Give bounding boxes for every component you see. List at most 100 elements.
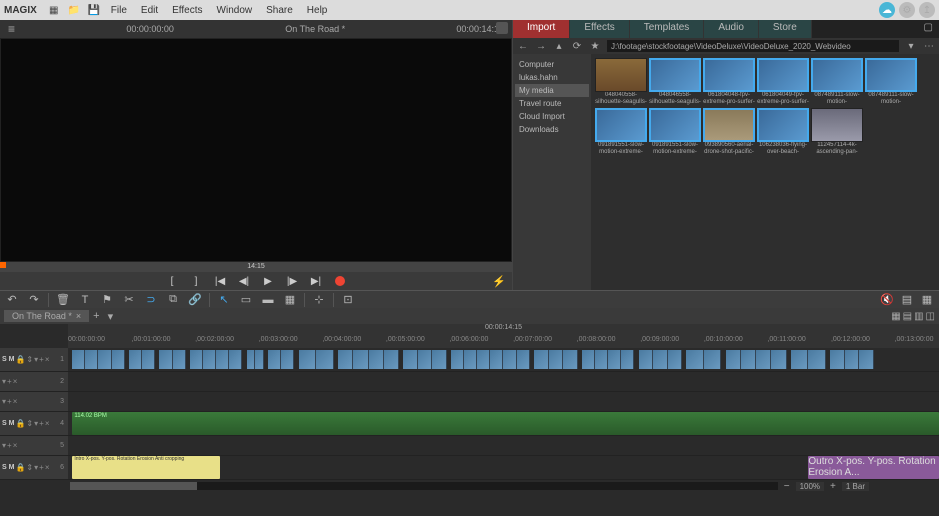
play-icon[interactable]: ▶	[260, 274, 276, 288]
media-thumb[interactable]: 061804049-fpv-extreme-pro-surfer-padd-li…	[757, 58, 809, 106]
zoom-in-icon[interactable]: +	[830, 481, 836, 492]
undo-icon[interactable]: ↶	[4, 293, 20, 307]
menu-share[interactable]: Share	[260, 3, 299, 18]
menu-edit[interactable]: Edit	[135, 3, 164, 18]
layout2-icon[interactable]: ▤	[903, 311, 912, 322]
video-clip[interactable]	[534, 350, 578, 369]
ungroup-icon[interactable]: ⧉	[165, 293, 181, 307]
preview-viewport[interactable]	[0, 38, 512, 262]
media-thumb[interactable]: 087489111-slow-motion-breathtaking-...	[811, 58, 863, 106]
tab-import[interactable]: Import	[513, 20, 570, 38]
h-scrollbar[interactable]	[70, 482, 778, 490]
layout4-icon[interactable]: ◫	[926, 311, 935, 322]
menu-help[interactable]: Help	[301, 3, 334, 18]
video-clip[interactable]	[686, 350, 721, 369]
view1-icon[interactable]: ▤	[899, 293, 915, 307]
tab-effects[interactable]: Effects	[570, 20, 629, 38]
render-icon[interactable]: ⚡	[492, 275, 506, 288]
fit-icon[interactable]: ⊡	[340, 293, 356, 307]
nav-back-icon[interactable]: ←	[517, 41, 529, 52]
link-icon[interactable]: 🔗	[187, 293, 203, 307]
mode1-icon[interactable]: ▭	[238, 293, 254, 307]
pointer-icon[interactable]: ↖	[216, 293, 232, 307]
marker-icon[interactable]: ⚑	[99, 293, 115, 307]
record-icon[interactable]	[332, 274, 348, 288]
video-clip[interactable]	[299, 350, 334, 369]
video-clip[interactable]	[582, 350, 634, 369]
video-clip[interactable]	[830, 350, 874, 369]
new-icon[interactable]: ▦	[45, 2, 63, 18]
next-frame-icon[interactable]: |▶	[284, 274, 300, 288]
media-thumb[interactable]: 048046558-silhouette-seagulls-flight-sl-…	[649, 58, 701, 106]
video-clip[interactable]	[72, 350, 124, 369]
delete-icon[interactable]: 🗑	[55, 293, 71, 307]
media-thumb[interactable]: 091891551-slow-motion-extreme-athl...	[595, 108, 647, 156]
go-start-icon[interactable]: |◀	[212, 274, 228, 288]
tree-user[interactable]: lukas.hahn	[515, 71, 589, 84]
video-clip[interactable]	[190, 350, 242, 369]
media-thumb[interactable]: 061804048-fpv-extreme-pro-surfer-pa...	[703, 58, 755, 106]
nav-fwd-icon[interactable]: →	[535, 41, 547, 52]
video-clip[interactable]	[403, 350, 447, 369]
menu-effects[interactable]: Effects	[166, 3, 208, 18]
options-icon[interactable]: ⋯	[923, 41, 935, 52]
path-dropdown-icon[interactable]: ▾	[905, 41, 917, 52]
tree-cloud[interactable]: Cloud Import	[515, 110, 589, 123]
preview-menu-icon[interactable]: ≡	[8, 22, 15, 36]
close-tab-icon[interactable]: ×	[76, 311, 81, 321]
prev-frame-icon[interactable]: ◀|	[236, 274, 252, 288]
mark-out-icon[interactable]: ]	[188, 274, 204, 288]
project-tab[interactable]: On The Road * ×	[4, 310, 89, 322]
snap-icon[interactable]: ⊹	[311, 293, 327, 307]
mark-in-icon[interactable]: [	[164, 274, 180, 288]
menu-file[interactable]: File	[105, 3, 133, 18]
redo-icon[interactable]: ↷	[26, 293, 42, 307]
save-icon[interactable]: 💾	[85, 2, 103, 18]
time-marks[interactable]: 00:00:00:00,00:01:00:00,00:02:00:00,00:0…	[68, 336, 939, 348]
cloud-icon[interactable]: ☁	[879, 2, 895, 18]
mute-icon[interactable]: 🔇	[879, 293, 895, 307]
media-thumb[interactable]: 048040558-silhouette-seagulls-flight-...	[595, 58, 647, 106]
gear-icon[interactable]: ⚙	[899, 2, 915, 18]
video-clip[interactable]	[639, 350, 683, 369]
media-thumb[interactable]: 106238036-flying-over-beach-atlantic-co-…	[757, 108, 809, 156]
media-thumb[interactable]: 091891551-slow-motion-extreme-athlet-e-s…	[649, 108, 701, 156]
tab-templates[interactable]: Templates	[630, 20, 705, 38]
video-clip[interactable]	[791, 350, 826, 369]
nav-up-icon[interactable]: ▴	[553, 41, 565, 52]
video-clip[interactable]	[247, 350, 264, 369]
layout3-icon[interactable]: ▥	[914, 311, 923, 322]
video-clip[interactable]	[338, 350, 399, 369]
tree-downloads[interactable]: Downloads	[515, 123, 589, 136]
tab-dropdown-icon[interactable]: ▾	[104, 310, 118, 323]
video-clip[interactable]	[268, 350, 294, 369]
video-clip[interactable]	[129, 350, 155, 369]
tree-computer[interactable]: Computer	[515, 58, 589, 71]
text-icon[interactable]: T	[77, 293, 93, 307]
preview-close-icon[interactable]	[496, 22, 508, 34]
video-clip[interactable]	[726, 350, 787, 369]
view2-icon[interactable]: ▦	[919, 293, 935, 307]
path-input[interactable]	[607, 40, 899, 52]
cut-icon[interactable]: ✂	[121, 293, 137, 307]
preview-ruler[interactable]: 14:15	[0, 262, 512, 272]
time-ruler[interactable]: 00:00:14:15	[68, 324, 939, 336]
upload-icon[interactable]: ↥	[919, 2, 935, 18]
bar-level[interactable]: 1 Bar	[842, 482, 869, 491]
video-clip[interactable]	[159, 350, 185, 369]
tab-audio[interactable]: Audio	[704, 20, 759, 38]
go-end-icon[interactable]: ▶|	[308, 274, 324, 288]
video-track-content[interactable]	[68, 348, 939, 371]
title-track-content[interactable]: Intro X-pos. Y-pos. Rotation Erosion Ant…	[68, 456, 939, 479]
add-tab-icon[interactable]: +	[89, 310, 103, 322]
menu-window[interactable]: Window	[211, 3, 259, 18]
mode2-icon[interactable]: ▬	[260, 293, 276, 307]
zoom-level[interactable]: 100%	[796, 482, 824, 491]
media-thumb[interactable]: 112457114-4k-ascending-pan-around-ro-cks…	[811, 108, 863, 156]
tree-travel[interactable]: Travel route	[515, 97, 589, 110]
media-thumb[interactable]: 087489111-slow-motion-breathtaking-tu-rq…	[865, 58, 917, 106]
open-icon[interactable]: 📁	[65, 2, 83, 18]
media-thumb[interactable]: 093890560-aerial-drone-shot-pacific-co-a…	[703, 108, 755, 156]
bookmark-icon[interactable]: ★	[589, 41, 601, 52]
zoom-out-icon[interactable]: −	[784, 481, 790, 492]
